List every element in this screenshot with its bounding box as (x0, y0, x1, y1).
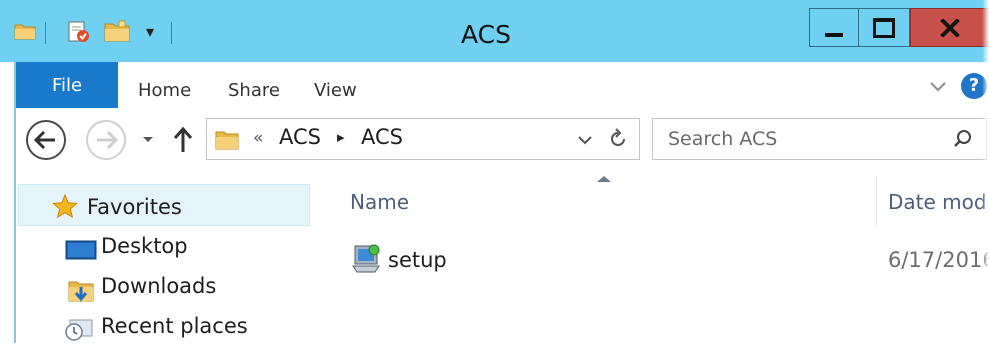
nav-item-label: Downloads (101, 274, 217, 298)
nav-item-recent-places[interactable]: Recent places (62, 314, 312, 346)
search-icon[interactable] (953, 129, 973, 149)
expand-ribbon-icon[interactable] (929, 81, 947, 93)
nav-item-downloads[interactable]: Downloads (62, 274, 312, 306)
tab-share[interactable]: Share (228, 80, 280, 101)
qat-separator (45, 22, 46, 44)
star-icon (52, 194, 78, 218)
window-title: ACS (461, 20, 511, 49)
nav-favorites[interactable]: Favorites (18, 184, 310, 226)
breadcrumb-separator[interactable]: ▸ (337, 128, 345, 146)
qat-separator (171, 22, 172, 44)
address-bar[interactable]: « ACS ▸ ACS (206, 118, 640, 160)
up-arrow-icon[interactable] (172, 126, 194, 154)
nav-item-label: Recent places (101, 314, 248, 338)
folder-icon[interactable] (14, 22, 36, 40)
new-folder-icon[interactable] (104, 20, 130, 42)
maximize-icon (873, 17, 895, 38)
breadcrumb-overflow[interactable]: « (253, 128, 263, 148)
file-name[interactable]: setup (388, 248, 447, 272)
window-frame-shadow (982, 0, 989, 343)
desktop-icon (65, 240, 97, 260)
tab-file[interactable]: File (16, 62, 118, 108)
forward-button[interactable] (84, 118, 128, 162)
nav-item-label: Desktop (101, 234, 188, 258)
recent-places-icon (65, 319, 93, 341)
breadcrumb-item[interactable]: ACS (279, 125, 321, 149)
close-button[interactable] (910, 8, 989, 47)
file-date-modified: 6/17/2016 (888, 248, 989, 272)
folder-icon (215, 131, 239, 150)
address-dropdown-icon[interactable] (578, 135, 592, 145)
window-frame-edge (14, 62, 16, 343)
nav-item-desktop[interactable]: Desktop (62, 234, 312, 266)
column-header-name[interactable]: Name (350, 190, 409, 214)
back-button[interactable] (24, 118, 68, 162)
installer-icon (352, 244, 380, 273)
properties-icon[interactable] (66, 20, 92, 44)
minimize-icon (825, 32, 843, 37)
breadcrumb-item[interactable]: ACS (361, 125, 403, 149)
refresh-icon[interactable] (607, 128, 629, 150)
qat-dropdown-icon[interactable]: ▾ (146, 22, 154, 41)
downloads-folder-icon (68, 281, 94, 302)
ribbon-tabs: File Home Share View ? (0, 62, 989, 109)
sort-ascending-icon (597, 176, 611, 182)
tab-home[interactable]: Home (138, 80, 191, 101)
column-header-date-modified[interactable]: Date mod (888, 190, 987, 214)
search-placeholder: Search ACS (668, 128, 778, 150)
minimize-button[interactable] (809, 8, 859, 47)
nav-item-label: Favorites (87, 195, 182, 219)
title-bar: ▾ ACS (0, 0, 989, 62)
maximize-button[interactable] (859, 8, 910, 47)
column-divider[interactable] (876, 176, 877, 226)
tab-view[interactable]: View (314, 80, 357, 101)
close-icon (939, 18, 960, 37)
search-input[interactable]: Search ACS (652, 118, 987, 160)
recent-locations-dropdown-icon[interactable] (142, 136, 154, 144)
